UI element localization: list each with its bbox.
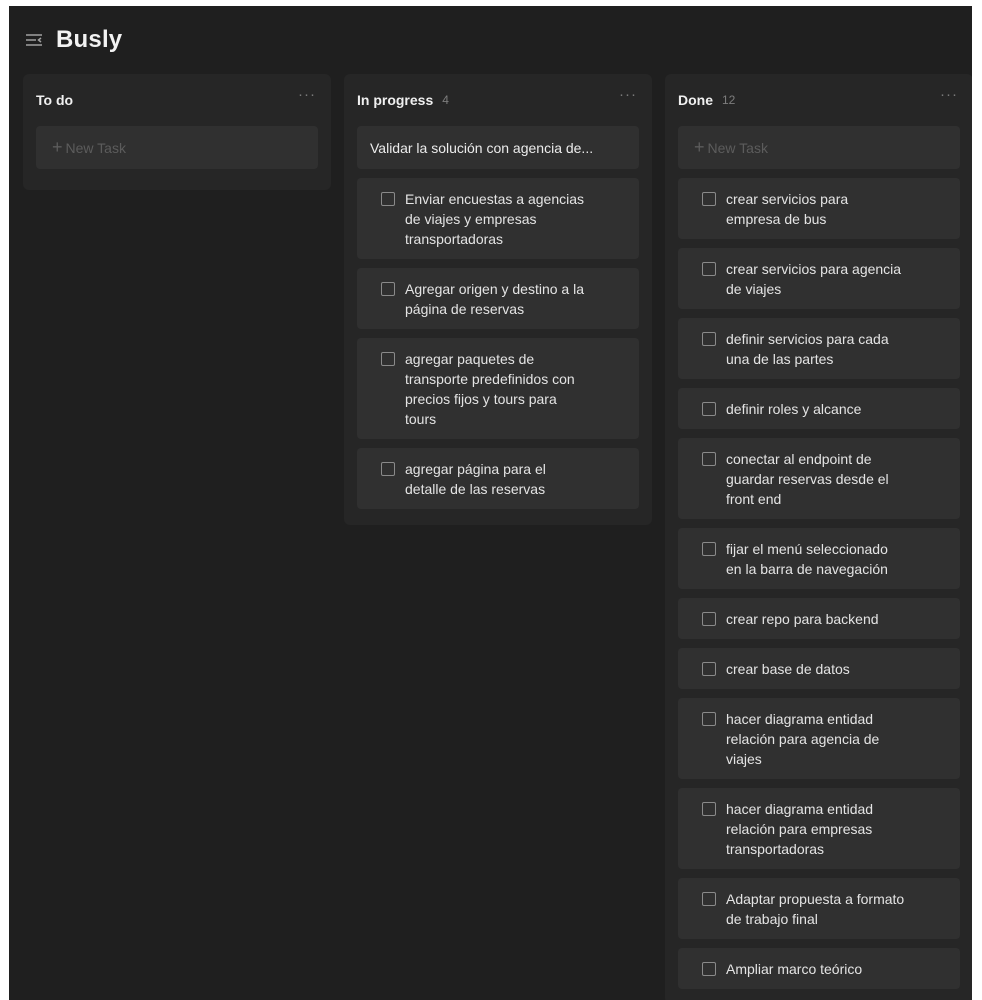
task-title: Ampliar marco teórico (726, 961, 863, 977)
task-title: agregar paquetes de transporte predefini… (405, 351, 575, 427)
column-header-in-progress: In progress 4 ··· (357, 74, 639, 126)
task-title: hacer diagrama entidad relación para age… (726, 711, 880, 767)
sidebar-menu-icon[interactable] (24, 30, 44, 50)
task-card[interactable]: definir servicios para cada una de las p… (678, 318, 960, 379)
column-header-done: Done 12 ··· (678, 74, 960, 126)
task-title: crear repo para backend (726, 611, 879, 627)
column-title-done: Done (678, 92, 713, 108)
task-card[interactable]: crear servicios para empresa de bus (678, 178, 960, 239)
checkbox[interactable] (702, 802, 716, 816)
task-card[interactable]: conectar al endpoint de guardar reservas… (678, 438, 960, 519)
checkbox[interactable] (702, 192, 716, 206)
column-title-in-progress: In progress (357, 92, 434, 108)
checkbox[interactable] (702, 712, 716, 726)
column-count-done: 12 (722, 93, 736, 107)
task-card[interactable]: agregar paquetes de transporte predefini… (357, 338, 639, 439)
column-todo: To do ··· + New Task (23, 74, 331, 190)
checkbox[interactable] (381, 282, 395, 296)
checkbox[interactable] (702, 452, 716, 466)
column-title-todo: To do (36, 92, 74, 108)
task-card[interactable]: Adaptar propuesta a formato de trabajo f… (678, 878, 960, 939)
column-count-in-progress: 4 (442, 93, 449, 107)
checkbox[interactable] (381, 352, 395, 366)
task-card[interactable]: Enviar encuestas a agencias de viajes y … (357, 178, 639, 259)
checkbox[interactable] (702, 892, 716, 906)
plus-icon: + (694, 137, 705, 157)
task-title: hacer diagrama entidad relación para emp… (726, 801, 874, 857)
checkbox[interactable] (702, 962, 716, 976)
task-title: Adaptar propuesta a formato de trabajo f… (726, 891, 905, 927)
task-title: agregar página para el detalle de las re… (405, 461, 546, 497)
task-title: fijar el menú seleccionado en la barra d… (726, 541, 888, 577)
task-card[interactable]: Ampliar marco teórico (678, 948, 960, 989)
checkbox[interactable] (702, 662, 716, 676)
page-title: Busly (56, 26, 123, 53)
task-card-highlight[interactable]: Validar la solución con agencia de... (357, 126, 639, 169)
task-card[interactable]: definir roles y alcance (678, 388, 960, 429)
board-app: Busly To do ··· + New Task In progress 4… (9, 6, 972, 1000)
checkbox[interactable] (381, 192, 395, 206)
task-card[interactable]: Agregar origen y destino a la página de … (357, 268, 639, 329)
checkbox[interactable] (702, 612, 716, 626)
task-card[interactable]: hacer diagrama entidad relación para emp… (678, 788, 960, 869)
new-task-button-done[interactable]: + New Task (678, 126, 960, 169)
task-title: Agregar origen y destino a la página de … (405, 281, 584, 317)
task-list-in-progress: Enviar encuestas a agencias de viajes y … (357, 178, 639, 509)
task-card[interactable]: fijar el menú seleccionado en la barra d… (678, 528, 960, 589)
board-header: Busly (24, 25, 122, 55)
new-task-label: New Task (707, 139, 768, 156)
new-task-button-todo[interactable]: + New Task (36, 126, 318, 169)
checkbox[interactable] (702, 542, 716, 556)
new-task-label: New Task (65, 139, 126, 156)
task-list-done: crear servicios para empresa de bus crear… (678, 178, 960, 989)
task-title: definir servicios para cada una de las p… (726, 331, 889, 367)
column-in-progress: In progress 4 ··· Validar la solución co… (344, 74, 652, 525)
column-more-icon[interactable]: ··· (619, 86, 637, 103)
checkbox[interactable] (381, 462, 395, 476)
plus-icon: + (52, 137, 63, 157)
task-title: definir roles y alcance (726, 401, 862, 417)
task-title: conectar al endpoint de guardar reservas… (726, 451, 889, 507)
task-title: Enviar encuestas a agencias de viajes y … (405, 191, 584, 247)
column-done: Done 12 ··· + New Task crear servicios p… (665, 74, 972, 1000)
task-title: crear servicios para empresa de bus (726, 191, 849, 227)
checkbox[interactable] (702, 332, 716, 346)
column-more-icon[interactable]: ··· (940, 86, 958, 103)
task-card[interactable]: crear repo para backend (678, 598, 960, 639)
task-title: crear base de datos (726, 661, 850, 677)
checkbox[interactable] (702, 402, 716, 416)
column-more-icon[interactable]: ··· (298, 86, 316, 103)
checkbox[interactable] (702, 262, 716, 276)
task-card[interactable]: crear base de datos (678, 648, 960, 689)
column-header-todo: To do ··· (36, 74, 318, 126)
task-title: crear servicios para agencia de viajes (726, 261, 902, 297)
task-card[interactable]: crear servicios para agencia de viajes (678, 248, 960, 309)
task-card[interactable]: hacer diagrama entidad relación para age… (678, 698, 960, 779)
task-card[interactable]: agregar página para el detalle de las re… (357, 448, 639, 509)
